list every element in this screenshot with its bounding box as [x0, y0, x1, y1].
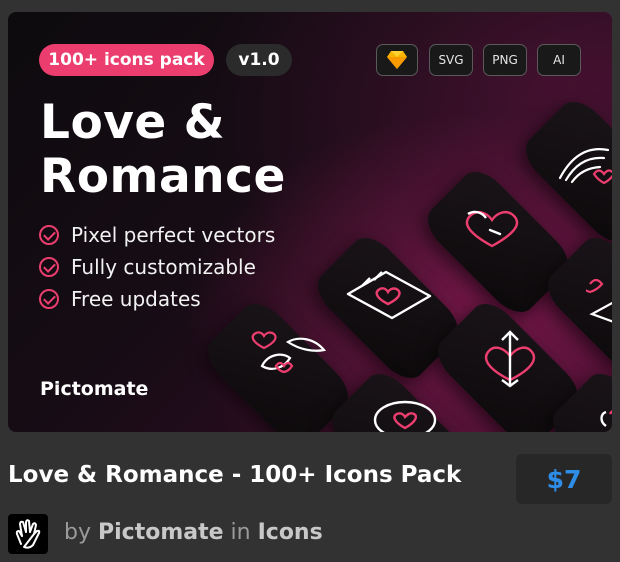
banner-title: Love & Romance — [40, 96, 286, 204]
hearts-feathers-icon — [251, 331, 327, 374]
product-preview-banner[interactable]: 100+ icons pack v1.0 SVG PNG AI Love & R… — [8, 12, 612, 432]
hand-logo-icon — [15, 519, 41, 549]
check-circle-icon — [39, 225, 59, 245]
author-link[interactable]: Pictomate — [98, 520, 224, 545]
version-badge: v1.0 — [226, 44, 292, 76]
heart-icon — [373, 400, 437, 432]
format-badge-png: PNG — [483, 44, 527, 76]
byline-in: in — [230, 520, 251, 545]
product-title[interactable]: Love & Romance - 100+ Icons Pack — [8, 462, 461, 488]
check-circle-icon — [39, 257, 59, 277]
price-button[interactable]: $7 — [516, 454, 612, 504]
heart-arrow-icon — [484, 330, 536, 388]
feature-item: Fully customizable — [39, 251, 275, 283]
banner-title-line2: Romance — [40, 149, 286, 204]
byline-by: by — [64, 520, 91, 545]
check-circle-icon — [39, 289, 59, 309]
banner-title-line1: Love & — [40, 95, 226, 150]
feature-item: Pixel perfect vectors — [39, 219, 275, 251]
sketch-diamond-icon — [387, 51, 407, 69]
byline: by Pictomate in Icons — [64, 520, 323, 545]
pack-size-badge: 100+ icons pack — [39, 44, 214, 76]
format-badge-ai: AI — [537, 44, 581, 76]
author-avatar[interactable] — [8, 514, 48, 554]
format-badge-sketch — [376, 44, 418, 76]
love-letter-icon — [346, 270, 432, 320]
heart-partial-icon — [600, 410, 612, 427]
category-link[interactable]: Icons — [258, 520, 323, 545]
send-icon — [586, 278, 612, 323]
wifi-heart-icon — [558, 148, 612, 184]
format-badge-svg: SVG — [429, 44, 473, 76]
heart-lock-icon — [465, 210, 519, 248]
feature-list: Pixel perfect vectors Fully customizable… — [39, 219, 275, 315]
banner-brand: Pictomate — [40, 378, 149, 400]
feature-item: Free updates — [39, 283, 275, 315]
